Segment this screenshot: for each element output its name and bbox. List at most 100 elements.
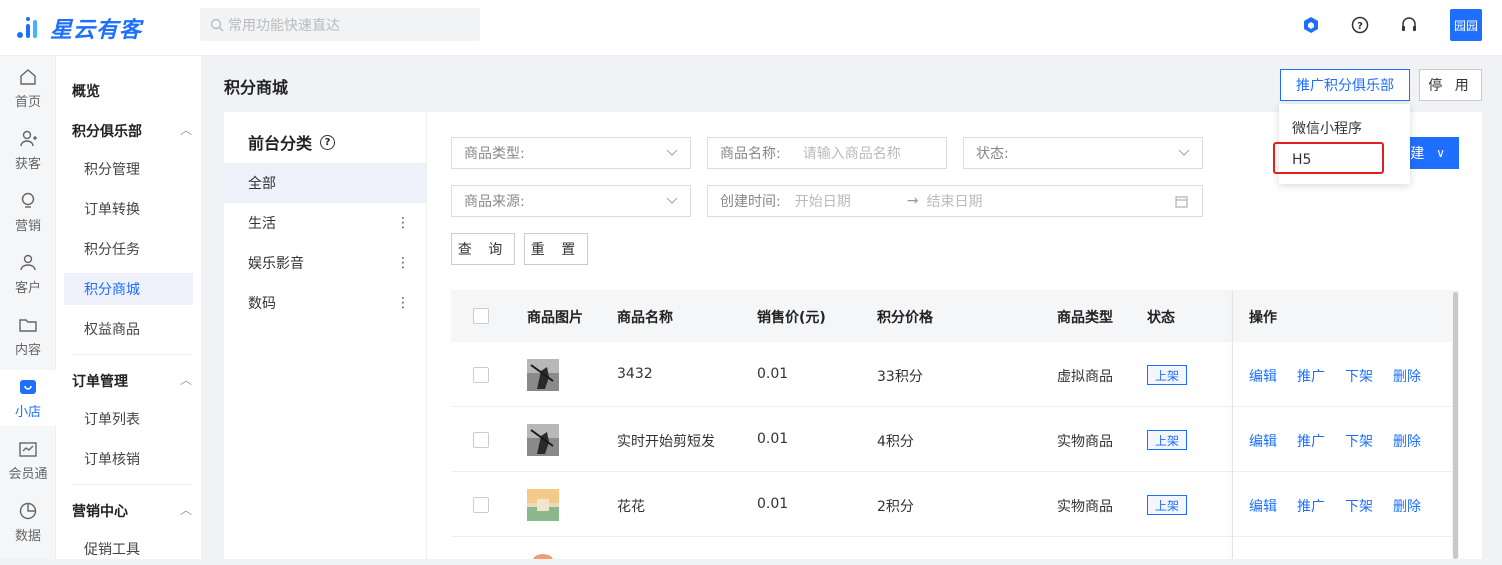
logo-icon bbox=[17, 17, 37, 38]
status-label: 状态: bbox=[976, 146, 1009, 162]
promote-link[interactable]: 推广 bbox=[1297, 366, 1325, 386]
rail-label: 客户 bbox=[14, 280, 41, 296]
edit-link[interactable]: 编辑 bbox=[1249, 366, 1277, 386]
top-bar: 星云有客 常用功能快速直达 ? 园园 bbox=[0, 0, 1502, 56]
chevron-down-icon bbox=[666, 149, 678, 156]
source-select[interactable]: 商品来源: bbox=[451, 185, 691, 217]
sub-menu: 概览 积分俱乐部 ︿ 积分管理 订单转换 积分任务 积分商城 权益商品 订单管理 ︿… bbox=[56, 56, 201, 559]
menu-divider bbox=[72, 484, 192, 485]
edit-link[interactable]: 编辑 bbox=[1249, 496, 1277, 516]
start-date-placeholder: 开始日期 bbox=[794, 194, 851, 210]
menu-group-order[interactable]: 订单管理 ︿ bbox=[72, 371, 192, 391]
scrollbar-thumb[interactable] bbox=[1453, 292, 1458, 559]
column-header: 商品图片 bbox=[527, 310, 583, 326]
menu-overview[interactable]: 概览 bbox=[72, 81, 192, 101]
page-title: 积分商城 bbox=[224, 78, 289, 97]
search-input[interactable]: 常用功能快速直达 bbox=[200, 8, 480, 41]
rail-item-acquire[interactable]: 获客 bbox=[0, 122, 56, 178]
column-header: 商品类型 bbox=[1057, 310, 1113, 326]
rail-item-home[interactable]: 首页 bbox=[0, 60, 56, 116]
product-name: 3432 bbox=[617, 366, 653, 382]
category-title-text: 前台分类 bbox=[248, 134, 313, 153]
cube-icon[interactable] bbox=[1302, 16, 1320, 34]
dropdown-item-miniprogram[interactable]: 微信小程序 bbox=[1279, 112, 1410, 144]
avatar[interactable]: 园园 bbox=[1450, 9, 1482, 41]
product-image bbox=[527, 359, 559, 391]
person-icon bbox=[20, 254, 36, 270]
row-checkbox[interactable] bbox=[473, 432, 489, 448]
category-item-entertainment[interactable]: 娱乐影音 ⋮ bbox=[224, 243, 426, 283]
rail-item-member[interactable]: 会员通 bbox=[0, 432, 56, 488]
reset-button[interactable]: 重 置 bbox=[524, 233, 588, 265]
category-label: 数码 bbox=[248, 296, 276, 312]
menu-group-points-club[interactable]: 积分俱乐部 ︿ bbox=[72, 121, 192, 141]
menu-item-equity-goods[interactable]: 权益商品 bbox=[64, 313, 193, 345]
more-icon[interactable]: ⋮ bbox=[396, 216, 410, 230]
delete-link[interactable]: 删除 bbox=[1393, 366, 1421, 386]
rail-item-data[interactable]: 数据 bbox=[0, 494, 56, 550]
category-item-digital[interactable]: 数码 ⋮ bbox=[224, 283, 426, 323]
product-name: 实时开始剪短发 bbox=[617, 434, 715, 450]
row-checkbox[interactable] bbox=[473, 497, 489, 513]
name-field[interactable]: 商品名称: 请输入商品名称 bbox=[707, 137, 947, 169]
product-points: 4积分 bbox=[877, 434, 914, 450]
menu-item-order-list[interactable]: 订单列表 bbox=[64, 403, 193, 435]
rail-item-marketing[interactable]: 营销 bbox=[0, 184, 56, 240]
menu-item-label: 积分管理 bbox=[84, 162, 140, 178]
disable-button[interactable]: 停 用 bbox=[1419, 69, 1482, 101]
menu-item-promo-tools[interactable]: 促销工具 bbox=[64, 533, 193, 565]
menu-group-marketing[interactable]: 营销中心 ︿ bbox=[72, 501, 192, 521]
menu-item-points-mall[interactable]: 积分商城 bbox=[64, 273, 193, 305]
more-icon[interactable]: ⋮ bbox=[396, 256, 410, 270]
rail-item-content[interactable]: 内容 bbox=[0, 308, 56, 364]
highlight-box bbox=[1273, 142, 1384, 174]
menu-item-order-convert[interactable]: 订单转换 bbox=[64, 193, 193, 225]
promote-club-button[interactable]: 推广积分俱乐部 bbox=[1280, 69, 1410, 101]
offshelf-link[interactable]: 下架 bbox=[1345, 496, 1373, 516]
chevron-up-icon: ︿ bbox=[179, 373, 192, 387]
rail-item-shop[interactable]: 小店 bbox=[0, 370, 56, 426]
delete-link[interactable]: 删除 bbox=[1393, 431, 1421, 451]
product-type: 虚拟商品 bbox=[1057, 369, 1113, 385]
menu-item-label: 订单转换 bbox=[84, 202, 140, 218]
menu-item-points-task[interactable]: 积分任务 bbox=[64, 233, 193, 265]
more-icon[interactable]: ⋮ bbox=[396, 296, 410, 310]
offshelf-link[interactable]: 下架 bbox=[1345, 366, 1373, 386]
menu-group-label: 订单管理 bbox=[72, 374, 128, 390]
category-panel: 前台分类? 全部 生活 ⋮ 娱乐影音 ⋮ 数码 ⋮ bbox=[224, 112, 427, 559]
product-points: 33积分 bbox=[877, 369, 923, 385]
time-label: 创建时间: bbox=[720, 194, 781, 210]
rail-label: 小店 bbox=[14, 404, 41, 420]
category-title: 前台分类? bbox=[248, 130, 336, 154]
menu-item-order-verify[interactable]: 订单核销 bbox=[64, 443, 193, 475]
edit-link[interactable]: 编辑 bbox=[1249, 431, 1277, 451]
select-all-checkbox[interactable] bbox=[473, 308, 489, 324]
help-icon[interactable]: ? bbox=[320, 134, 336, 150]
query-button[interactable]: 查 询 bbox=[451, 233, 515, 265]
menu-item-points-manage[interactable]: 积分管理 bbox=[64, 153, 193, 185]
promote-link[interactable]: 推广 bbox=[1297, 496, 1325, 516]
menu-overview-label: 概览 bbox=[72, 84, 100, 100]
status-select[interactable]: 状态: bbox=[963, 137, 1203, 169]
row-checkbox[interactable] bbox=[473, 367, 489, 383]
logo[interactable]: 星云有客 bbox=[16, 12, 142, 44]
delete-link[interactable]: 删除 bbox=[1393, 496, 1421, 516]
product-image bbox=[533, 554, 553, 559]
end-date-placeholder: 结束日期 bbox=[926, 194, 983, 210]
product-type: 实物商品 bbox=[1057, 434, 1113, 450]
category-item-life[interactable]: 生活 ⋮ bbox=[224, 203, 426, 243]
rail-item-customer[interactable]: 客户 bbox=[0, 246, 56, 302]
arrow-right-icon: → bbox=[906, 193, 919, 209]
offshelf-link[interactable]: 下架 bbox=[1345, 431, 1373, 451]
help-icon[interactable]: ? bbox=[1351, 16, 1369, 34]
promote-link[interactable]: 推广 bbox=[1297, 431, 1325, 451]
chevron-up-icon: ︿ bbox=[179, 123, 192, 137]
table-scrollbar[interactable] bbox=[1452, 290, 1459, 559]
category-item-all[interactable]: 全部 bbox=[224, 163, 426, 203]
table-row: 实时开始剪短发 0.01 4积分 实物商品 上架 编辑 推广 下架 删除 bbox=[451, 407, 1459, 472]
headset-icon[interactable] bbox=[1400, 16, 1418, 34]
type-select[interactable]: 商品类型: bbox=[451, 137, 691, 169]
product-image bbox=[527, 424, 559, 456]
chevron-down-icon bbox=[1178, 149, 1190, 156]
date-range-picker[interactable]: 创建时间: 开始日期 → 结束日期 bbox=[707, 185, 1203, 217]
